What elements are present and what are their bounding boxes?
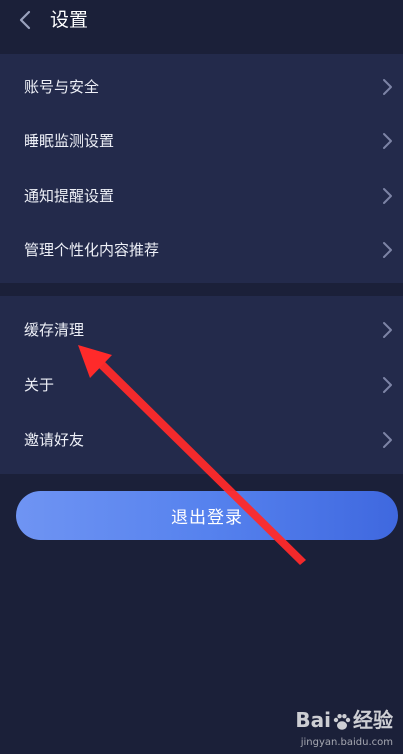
settings-screen: 设置 账号与安全 睡眠监测设置 通知提醒设置 管理个性化内容推荐 缓存清理 关于…: [0, 0, 403, 754]
menu-item-label: 邀请好友: [24, 431, 85, 449]
paw-icon: [333, 713, 351, 730]
chevron-right-icon: [383, 79, 392, 95]
menu-item-label: 睡眠监测设置: [24, 132, 115, 150]
settings-group-general: 缓存清理 关于 邀请好友: [0, 296, 403, 474]
watermark-url: jingyan.baidu.com: [300, 737, 393, 748]
menu-item-label: 账号与安全: [24, 78, 100, 96]
baidu-jingyan-watermark: Bai 经验 jingyan.baidu.com: [273, 704, 393, 748]
header: 设置: [0, 0, 403, 42]
chevron-right-icon: [383, 322, 392, 338]
chevron-right-icon: [383, 377, 392, 393]
chevron-left-icon[interactable]: [16, 9, 34, 31]
page-title: 设置: [50, 9, 89, 31]
logout-label: 退出登录: [171, 508, 243, 528]
watermark-brand-left: Bai: [295, 708, 331, 732]
menu-item-account-security[interactable]: 账号与安全: [0, 60, 403, 114]
menu-item-invite-friends[interactable]: 邀请好友: [0, 413, 403, 467]
menu-item-label: 关于: [24, 376, 55, 394]
chevron-right-icon: [383, 432, 392, 448]
menu-item-notification-reminders[interactable]: 通知提醒设置: [0, 169, 403, 223]
menu-item-label: 管理个性化内容推荐: [24, 241, 160, 259]
watermark-brand-right: 经验: [353, 708, 393, 732]
settings-group-account: 账号与安全 睡眠监测设置 通知提醒设置 管理个性化内容推荐: [0, 54, 403, 283]
logout-button[interactable]: 退出登录: [16, 491, 398, 540]
menu-item-about[interactable]: 关于: [0, 358, 403, 412]
chevron-right-icon: [383, 242, 392, 258]
menu-item-label: 通知提醒设置: [24, 187, 115, 205]
menu-item-label: 缓存清理: [24, 321, 85, 339]
watermark-brand: Bai 经验: [295, 704, 393, 733]
menu-item-clear-cache[interactable]: 缓存清理: [0, 303, 403, 357]
chevron-right-icon: [383, 188, 392, 204]
menu-item-sleep-monitoring[interactable]: 睡眠监测设置: [0, 114, 403, 168]
chevron-right-icon: [383, 133, 392, 149]
menu-item-personalized-content[interactable]: 管理个性化内容推荐: [0, 223, 403, 277]
